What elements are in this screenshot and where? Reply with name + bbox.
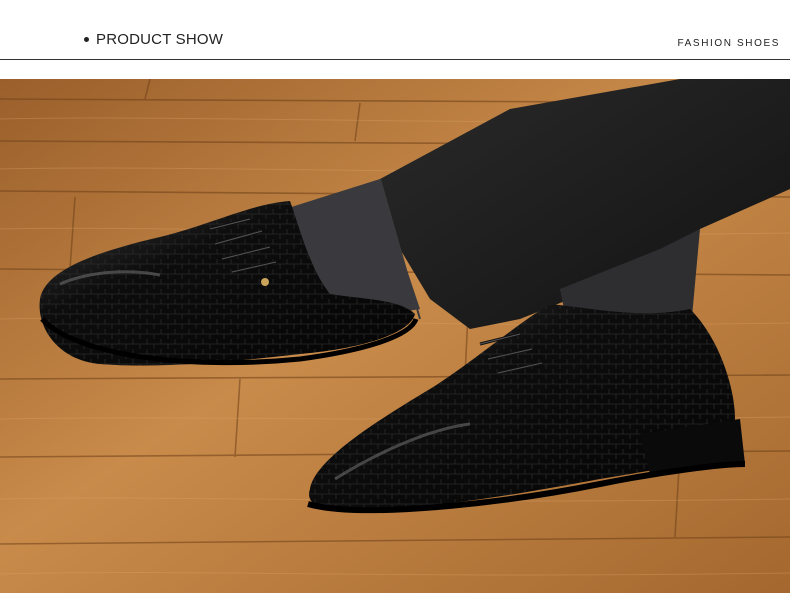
product-photo-svg [0,79,790,593]
section-title-text: PRODUCT SHOW [96,31,224,48]
brand-tagline: FASHION SHOES [677,38,780,49]
header: PRODUCT SHOW FASHION SHOES [0,0,790,79]
shoe-eyelet [261,278,269,286]
section-title: PRODUCT SHOW [84,31,223,48]
header-divider [0,59,790,60]
bullet-icon [84,37,89,42]
product-photo [0,79,790,593]
